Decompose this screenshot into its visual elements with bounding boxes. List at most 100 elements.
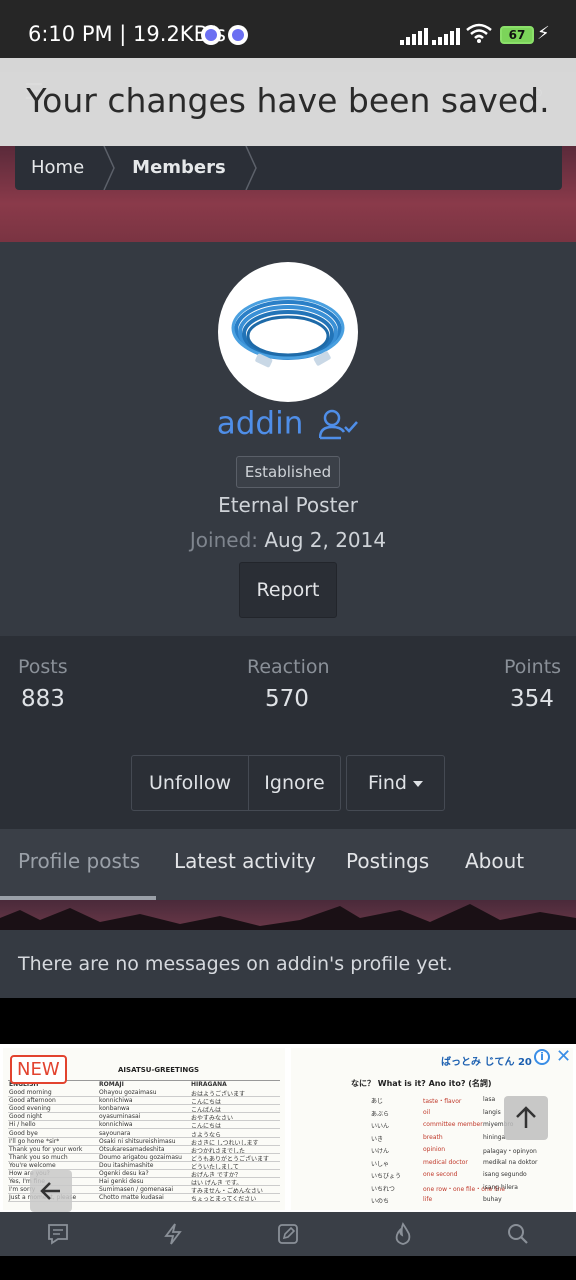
table-cell: Good evening: [9, 1105, 51, 1113]
reaction-label: Reaction: [247, 656, 330, 678]
table-rule: [8, 1128, 280, 1130]
toast-message: Your changes have been saved.: [0, 58, 576, 148]
user-title: Eternal Poster: [218, 493, 358, 517]
breadcrumb-members[interactable]: Members: [116, 146, 244, 190]
chat-icon[interactable]: [46, 1222, 70, 1246]
dictionary-cell: あぶら: [371, 1110, 390, 1118]
dictionary-cell: one second: [423, 1171, 458, 1178]
messenger-icon: [201, 25, 221, 45]
unfollow-button[interactable]: Unfollow: [132, 756, 248, 810]
table-rule: [8, 1112, 280, 1114]
points-value[interactable]: 354: [510, 686, 554, 712]
breadcrumb: Home Members: [15, 146, 562, 190]
posts-value[interactable]: 883: [21, 686, 65, 712]
breadcrumb-separator-icon: [103, 146, 115, 190]
table-cell: konnichiwa: [99, 1121, 133, 1129]
scroll-to-top-button[interactable]: [504, 1096, 548, 1140]
ad-info-icon[interactable]: i: [534, 1049, 550, 1065]
table-cell: Good afternoon: [9, 1097, 56, 1105]
table-cell: konbanwa: [99, 1105, 130, 1113]
charging-bolt-icon: ⚡: [537, 23, 550, 44]
tab-latest-activity[interactable]: Latest activity: [174, 849, 316, 873]
messenger-icon: [228, 25, 248, 45]
dictionary-cell: isang hilera: [483, 1183, 518, 1191]
column-header: ROMAJI: [99, 1081, 124, 1088]
dictionary-cell: committee member: [423, 1121, 483, 1128]
ad-right-subtitle: なに？ What is it? Ano ito? (名詞): [351, 1079, 492, 1088]
table-cell: Good morning: [9, 1089, 52, 1096]
username: addin: [0, 404, 576, 442]
table-cell: Hai genki desu: [99, 1178, 144, 1186]
table-cell: I'll go home *sir*: [9, 1137, 60, 1145]
dictionary-cell: buhay: [483, 1196, 502, 1203]
dictionary-cell: いけん: [371, 1148, 390, 1155]
empty-messages: There are no messages on addin's profile…: [0, 930, 576, 998]
find-button[interactable]: Find: [347, 756, 444, 810]
ad-right-title: ばっとみ じてん 20: [441, 1057, 532, 1068]
joined-label: Joined:: [189, 528, 258, 552]
dictionary-cell: lasa: [483, 1096, 496, 1103]
table-cell: You're welcome: [9, 1161, 56, 1169]
tab-about[interactable]: About: [465, 849, 524, 873]
ad-close-icon[interactable]: ✕: [556, 1046, 571, 1067]
table-cell: Doumo arigatou gozaimasu: [99, 1153, 182, 1161]
joined-date: Aug 2, 2014: [264, 528, 387, 552]
report-button[interactable]: Report: [239, 562, 337, 618]
edit-icon[interactable]: [276, 1222, 300, 1246]
dictionary-cell: medical doctor: [423, 1158, 468, 1166]
reaction-value[interactable]: 570: [265, 686, 309, 712]
find-group: Find: [346, 755, 445, 811]
ad-left-title: AISATSU-GREETINGS: [118, 1066, 200, 1074]
username-text[interactable]: addin: [217, 406, 304, 442]
breadcrumb-separator-icon: [245, 146, 257, 190]
tab-postings[interactable]: Postings: [346, 849, 429, 873]
back-button[interactable]: [30, 1170, 72, 1212]
table-cell: Ohayou gozaimasu: [99, 1089, 157, 1096]
table-cell: Sumimasen / gomenasai: [99, 1186, 174, 1194]
find-label: Find: [368, 772, 407, 794]
cable-image: [231, 296, 345, 368]
dictionary-cell: いちれつ: [371, 1185, 395, 1193]
dictionary-cell: いしゃ: [371, 1160, 390, 1168]
table-cell: Thank you so much: [9, 1153, 68, 1161]
search-icon[interactable]: [506, 1222, 530, 1246]
posts-label: Posts: [18, 656, 68, 678]
banner-strip: [0, 900, 576, 930]
points-label: Points: [504, 656, 562, 678]
arrow-left-icon: [40, 1182, 60, 1200]
table-cell: Dou itashimashite: [99, 1161, 154, 1169]
table-cell: konnichiwa: [99, 1097, 133, 1105]
dictionary-cell: opinion: [423, 1146, 446, 1153]
dictionary-cell: いのち: [371, 1198, 390, 1205]
signal-icon: [432, 27, 462, 45]
dictionary-cell: breath: [423, 1133, 443, 1141]
breadcrumb-home[interactable]: Home: [15, 146, 102, 190]
table-cell: Chotto matte kudasai: [99, 1194, 164, 1202]
follow-ignore-group: Unfollow Ignore: [131, 755, 341, 811]
fire-icon[interactable]: [391, 1222, 415, 1246]
dictionary-cell: あじ: [371, 1098, 384, 1105]
table-cell: Osaki ni shitsureishimasu: [99, 1137, 176, 1145]
system-nav-bar: [0, 1256, 576, 1280]
table-rule: [8, 1120, 280, 1122]
battery-icon: 67: [500, 26, 534, 44]
bolt-icon[interactable]: [161, 1222, 185, 1246]
table-cell: oyasuminasai: [99, 1113, 141, 1121]
tab-profile-posts[interactable]: Profile posts: [18, 849, 140, 873]
joined-info: Joined: Aug 2, 2014: [0, 528, 576, 552]
dictionary-cell: life: [423, 1196, 433, 1203]
dictionary-cell: oil: [423, 1108, 431, 1116]
table-cell: Good night: [9, 1113, 43, 1121]
treeline-image: [0, 904, 576, 930]
arrow-up-icon: [516, 1106, 536, 1128]
wifi-icon: [466, 23, 492, 43]
table-cell: Good bye: [9, 1129, 38, 1137]
dictionary-cell: palagay・opinyon: [483, 1148, 537, 1155]
new-badge: NEW: [10, 1055, 67, 1084]
table-cell: Ogenki desu ka?: [99, 1170, 149, 1177]
user-badge: Established: [236, 456, 340, 488]
avatar[interactable]: [218, 262, 358, 402]
user-check-icon[interactable]: [319, 408, 359, 440]
table-cell: Hi / hello: [9, 1121, 36, 1129]
ignore-button[interactable]: Ignore: [248, 756, 340, 810]
